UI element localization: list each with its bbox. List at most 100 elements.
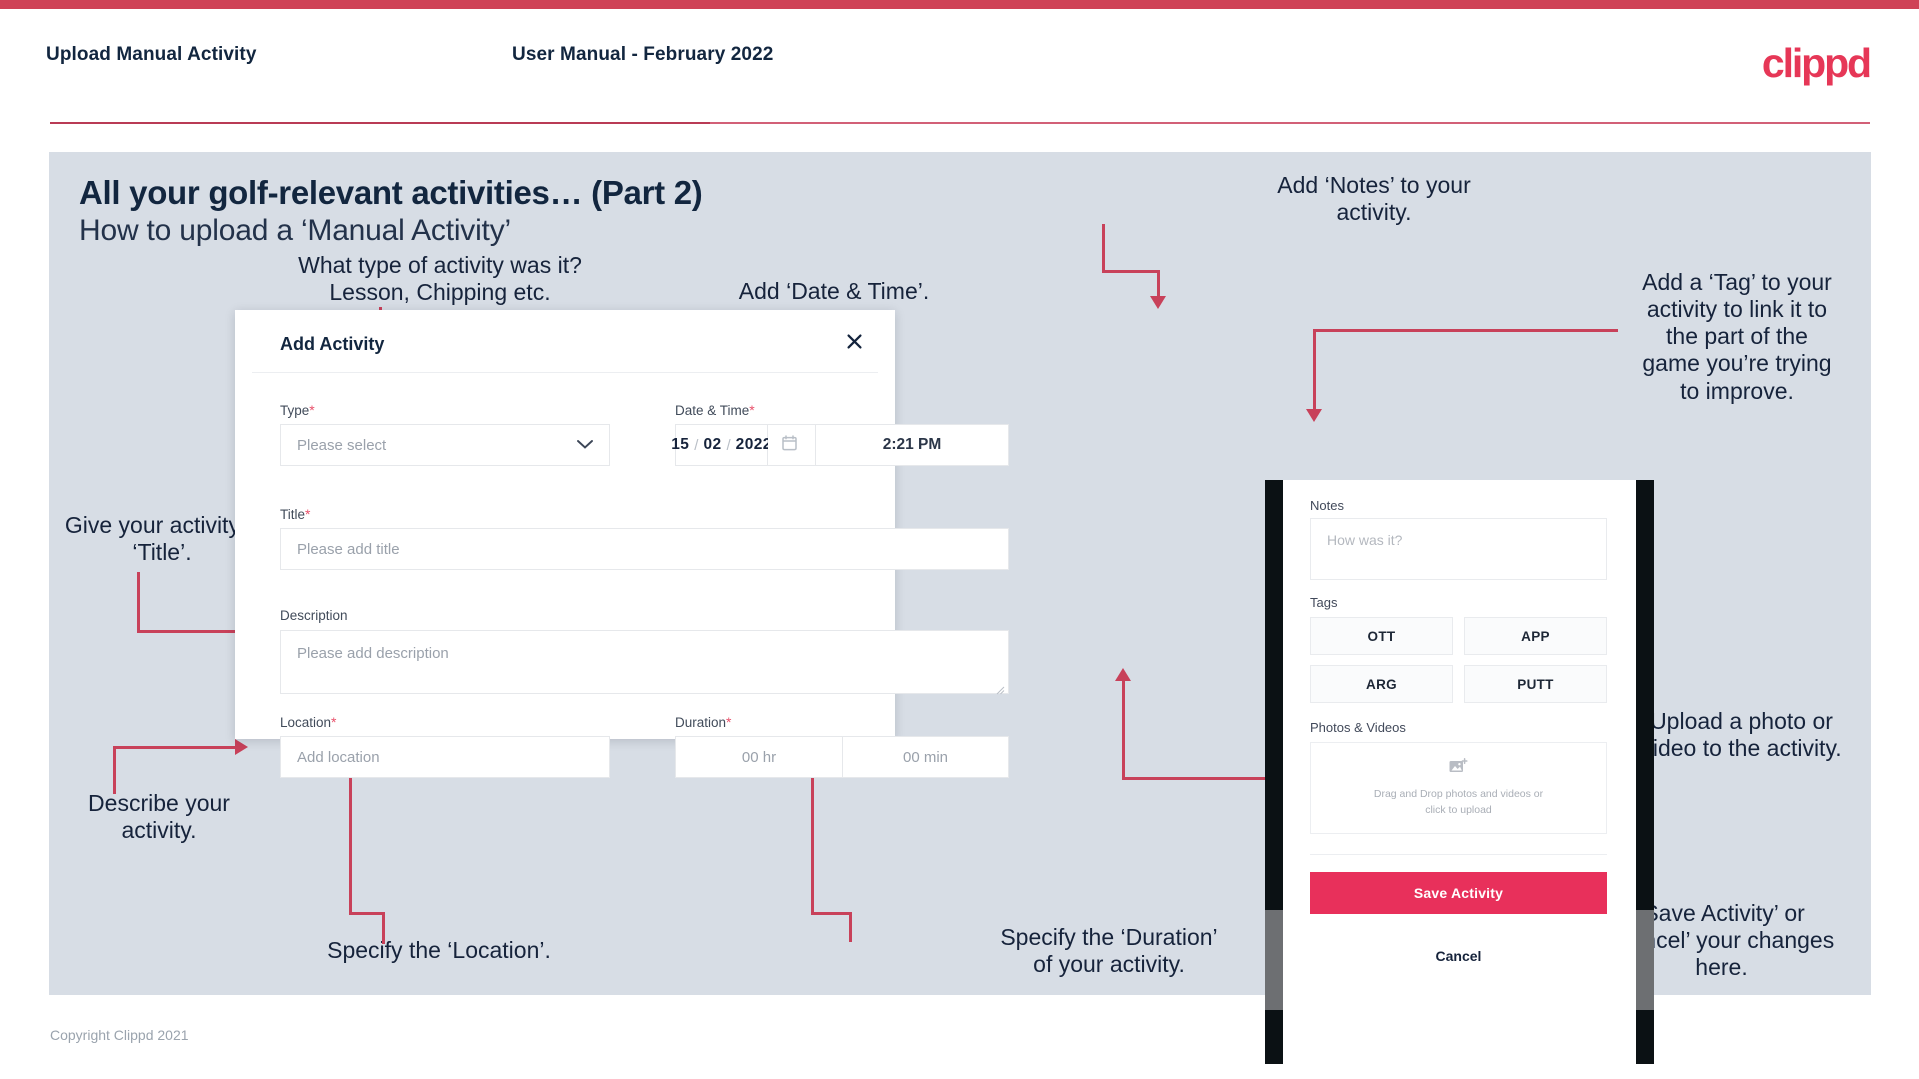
datetime-label-text: Date & Time: [675, 403, 750, 418]
callout-datetime: Add ‘Date & Time’.: [738, 278, 930, 304]
tag-button-app[interactable]: APP: [1464, 617, 1607, 655]
slide-subheading: How to upload a ‘Manual Activity’: [79, 214, 511, 247]
tag-button-ott[interactable]: OTT: [1310, 617, 1453, 655]
arrow-desc-seg1: [113, 746, 116, 794]
arrow-tag-seg2: [1313, 329, 1316, 411]
top-accent-bar: [0, 0, 1919, 9]
type-placeholder: Please select: [297, 436, 387, 454]
chevron-down-icon: [577, 437, 593, 454]
device-scrollbar-right[interactable]: [1636, 910, 1654, 1010]
close-icon-glyph: [846, 333, 862, 349]
notes-textarea[interactable]: [1310, 518, 1607, 580]
arrow-duration-seg1: [849, 912, 852, 942]
title-input[interactable]: Please add title: [280, 528, 1009, 570]
arrow-save-seg2: [1122, 680, 1125, 779]
duration-hours-input[interactable]: 00 hr: [675, 736, 843, 778]
title-required: *: [305, 506, 311, 522]
arrow-desc-seg2: [113, 746, 238, 749]
dialog-header-divider: [252, 372, 878, 373]
callout-upload: Upload a photo or video to the activity.: [1641, 708, 1842, 762]
date-month: 02: [703, 436, 722, 453]
arrow-notes-seg1: [1102, 224, 1105, 272]
description-placeholder: Please add description: [297, 645, 449, 662]
description-textarea[interactable]: Please add description: [280, 630, 1009, 695]
callout-tag: Add a ‘Tag’ to your activity to link it t…: [1642, 269, 1832, 404]
mobile-screen: Notes How was it? Tags OTT APP ARG PUTT: [1283, 480, 1636, 1064]
arrow-tag-seg1: [1313, 329, 1618, 332]
slide-heading: All your golf-relevant activities… (Part…: [79, 174, 703, 211]
callout-type: What type of activity was it? Lesson, Chi…: [298, 252, 582, 306]
title-label-text: Title: [280, 507, 306, 522]
type-label: Type*: [280, 402, 315, 418]
callout-location: Specify the ‘Location’.: [327, 937, 551, 963]
tag-label-ott: OTT: [1367, 628, 1396, 644]
arrow-duration-seg2: [811, 912, 851, 915]
location-label-text: Location: [280, 715, 332, 730]
device-scrollbar-left[interactable]: [1265, 910, 1283, 1010]
date-field[interactable]: 15 / 02 / 2022: [671, 424, 771, 466]
calendar-picker-button[interactable]: [768, 424, 816, 466]
mobile-device-mock: Notes How was it? Tags OTT APP ARG PUTT: [1265, 480, 1654, 1064]
save-activity-button[interactable]: Save Activity: [1310, 872, 1607, 914]
title-placeholder: Please add title: [297, 540, 400, 558]
datetime-label: Date & Time*: [675, 402, 755, 418]
phone-divider: [1310, 854, 1607, 855]
tag-label-putt: PUTT: [1517, 676, 1554, 692]
arrow-notes-seg2: [1102, 270, 1160, 273]
dialog-title: Add Activity: [280, 334, 385, 354]
dropzone-line-2: click to upload: [1425, 803, 1492, 816]
duration-minutes-input[interactable]: 00 min: [843, 736, 1009, 778]
arrow-location-seg2: [349, 912, 385, 915]
cancel-label: Cancel: [1435, 948, 1482, 964]
type-select[interactable]: Please select: [280, 424, 610, 466]
arrow-tag-head: [1306, 409, 1322, 422]
type-required: *: [309, 402, 315, 418]
header-divider-accent: [50, 122, 710, 124]
clippd-logo: clippd: [1761, 40, 1872, 86]
description-label-text: Description: [280, 608, 348, 623]
tag-button-arg[interactable]: ARG: [1310, 665, 1453, 703]
tags-label: Tags: [1310, 595, 1338, 610]
arrow-notes-seg3: [1157, 270, 1160, 298]
location-placeholder: Add location: [297, 748, 380, 766]
dropzone-line-1: Drag and Drop photos and videos or: [1373, 788, 1544, 801]
tag-label-arg: ARG: [1366, 676, 1397, 692]
arrow-title-seg1: [137, 572, 140, 632]
tag-label-app: APP: [1521, 628, 1550, 644]
duration-required: *: [726, 714, 732, 730]
arrow-desc-head: [235, 739, 248, 755]
callout-duration: Specify the ‘Duration’ of your activity.: [1000, 924, 1218, 978]
time-field[interactable]: 2:21 PM: [816, 424, 1009, 466]
save-activity-label: Save Activity: [1413, 885, 1504, 901]
duration-hours-placeholder: 00 hr: [741, 748, 777, 766]
footer-copyright: Copyright Clippd 2021: [50, 1027, 189, 1043]
close-icon[interactable]: [841, 328, 867, 354]
cancel-button[interactable]: Cancel: [1310, 948, 1607, 964]
notes-placeholder: How was it?: [1327, 532, 1403, 548]
date-sep-2: /: [726, 436, 731, 454]
arrow-location-seg1: [382, 912, 385, 944]
notes-label: Notes: [1310, 498, 1344, 513]
date-sep-1: /: [694, 436, 699, 454]
photo-dropzone[interactable]: Drag and Drop photos and videos or click…: [1310, 742, 1607, 834]
arrow-save-head: [1115, 668, 1131, 681]
duration-minutes-placeholder: 00 min: [902, 748, 949, 766]
duration-label: Duration*: [675, 714, 731, 730]
slide-page: Upload Manual Activity User Manual - Feb…: [0, 0, 1919, 1079]
type-label-text: Type: [280, 403, 310, 418]
description-label: Description: [280, 608, 348, 623]
location-input[interactable]: Add location: [280, 736, 610, 778]
arrow-notes-head: [1150, 296, 1166, 309]
slide-canvas: All your golf-relevant activities… (Part…: [49, 152, 1871, 1064]
time-value: 2:21 PM: [882, 436, 942, 453]
add-activity-dialog: Add Activity Type* Please select Date & …: [235, 310, 1009, 778]
date-day: 15: [671, 436, 690, 453]
tag-button-putt[interactable]: PUTT: [1464, 665, 1607, 703]
document-subtitle: User Manual - February 2022: [512, 44, 774, 65]
resize-handle-icon[interactable]: [996, 682, 1005, 695]
callout-description: Describe your activity.: [88, 790, 230, 844]
date-year: 2022: [735, 436, 772, 453]
page-title: Upload Manual Activity: [46, 44, 257, 65]
duration-label-text: Duration: [675, 715, 727, 730]
add-image-icon: [1449, 758, 1468, 780]
